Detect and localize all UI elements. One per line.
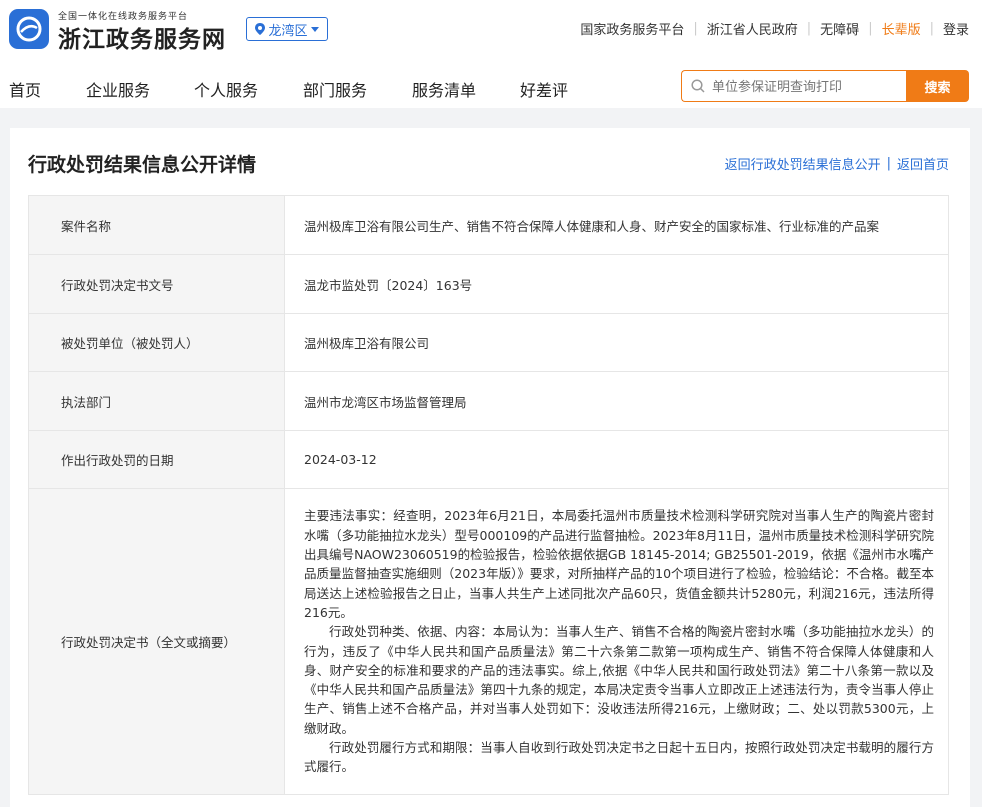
back-to-list-link[interactable]: 返回行政处罚结果信息公开 bbox=[725, 154, 881, 173]
search-bar: 搜索 bbox=[681, 70, 969, 103]
nav-home[interactable]: 首页 bbox=[9, 77, 41, 101]
decision-text: 主要违法事实：经查明，2023年6月21日，本局委托温州市质量技术检测科学研究院… bbox=[284, 488, 949, 795]
link-national-platform[interactable]: 国家政务服务平台 bbox=[580, 19, 684, 38]
decision-paragraph-penalty: 行政处罚种类、依据、内容：本局认为：当事人生产、销售不合格的陶瓷片密封水嘴（多功… bbox=[304, 624, 934, 736]
row-label: 执法部门 bbox=[28, 371, 285, 431]
nav-service-list[interactable]: 服务清单 bbox=[412, 77, 476, 101]
decision-paragraph-execution: 行政处罚履行方式和期限：当事人自收到行政处罚决定书之日起十五日内，按照行政处罚决… bbox=[304, 739, 934, 775]
link-provincial-government[interactable]: 浙江省人民政府 bbox=[707, 19, 798, 38]
row-value: 温州极库卫浴有限公司 bbox=[284, 313, 949, 372]
back-links: 返回行政处罚结果信息公开 | 返回首页 bbox=[725, 154, 949, 173]
nav-personal-services[interactable]: 个人服务 bbox=[194, 77, 258, 101]
divider: | bbox=[693, 21, 698, 36]
detail-card: 行政处罚结果信息公开详情 返回行政处罚结果信息公开 | 返回首页 案件名称 温州… bbox=[10, 128, 970, 807]
site-logo-icon[interactable] bbox=[9, 9, 49, 49]
region-label: 龙湾区 bbox=[268, 23, 308, 39]
search-box bbox=[681, 70, 907, 103]
divider: | bbox=[929, 21, 934, 36]
site-title[interactable]: 浙江政务服务网 bbox=[58, 20, 226, 54]
search-input[interactable] bbox=[710, 71, 904, 103]
link-elder-mode[interactable]: 长辈版 bbox=[882, 19, 921, 38]
row-label: 行政处罚决定书（全文或摘要） bbox=[28, 488, 285, 795]
top-links: 国家政务服务平台 | 浙江省人民政府 | 无障碍 | 长辈版 | 登录 bbox=[580, 19, 969, 38]
nav-evaluation[interactable]: 好差评 bbox=[520, 77, 568, 101]
search-icon bbox=[691, 79, 705, 93]
divider: | bbox=[886, 156, 891, 171]
nav-enterprise-services[interactable]: 企业服务 bbox=[86, 77, 150, 101]
table-row: 作出行政处罚的日期 2024-03-12 bbox=[28, 430, 949, 489]
page-title: 行政处罚结果信息公开详情 bbox=[28, 154, 257, 176]
login-link[interactable]: 登录 bbox=[943, 19, 969, 38]
site-header: 全国一体化在线政务服务平台 浙江政务服务网 龙湾区 国家政务服务平台 | 浙江省… bbox=[0, 0, 982, 108]
row-label: 被处罚单位（被处罚人） bbox=[28, 313, 285, 372]
detail-table: 案件名称 温州极库卫浴有限公司生产、销售不符合保障人体健康和人身、财产安全的国家… bbox=[28, 195, 949, 795]
caret-down-icon bbox=[310, 26, 319, 32]
decision-paragraph-facts: 主要违法事实：经查明，2023年6月21日，本局委托温州市质量技术检测科学研究院… bbox=[304, 508, 934, 620]
table-row: 行政处罚决定书文号 温龙市监处罚〔2024〕163号 bbox=[28, 254, 949, 314]
region-selector[interactable]: 龙湾区 bbox=[246, 17, 328, 41]
search-button[interactable]: 搜索 bbox=[906, 70, 969, 102]
divider: | bbox=[868, 21, 873, 36]
location-pin-icon bbox=[255, 23, 266, 35]
back-home-link[interactable]: 返回首页 bbox=[897, 154, 949, 173]
row-label: 作出行政处罚的日期 bbox=[28, 430, 285, 489]
divider: | bbox=[806, 21, 812, 36]
row-value: 温州极库卫浴有限公司生产、销售不符合保障人体健康和人身、财产安全的国家标准、行业… bbox=[284, 195, 949, 255]
table-row: 执法部门 温州市龙湾区市场监督管理局 bbox=[28, 371, 949, 431]
table-row: 案件名称 温州极库卫浴有限公司生产、销售不符合保障人体健康和人身、财产安全的国家… bbox=[28, 195, 949, 255]
link-accessibility[interactable]: 无障碍 bbox=[820, 19, 859, 38]
row-value: 2024-03-12 bbox=[284, 430, 949, 489]
row-value: 温州市龙湾区市场监督管理局 bbox=[284, 371, 949, 431]
nav-department-services[interactable]: 部门服务 bbox=[303, 77, 367, 101]
table-row: 被处罚单位（被处罚人） 温州极库卫浴有限公司 bbox=[28, 313, 949, 372]
table-row: 行政处罚决定书（全文或摘要） 主要违法事实：经查明，2023年6月21日，本局委… bbox=[28, 488, 949, 795]
row-value: 温龙市监处罚〔2024〕163号 bbox=[284, 254, 949, 314]
row-label: 行政处罚决定书文号 bbox=[28, 254, 285, 314]
row-label: 案件名称 bbox=[28, 195, 285, 255]
